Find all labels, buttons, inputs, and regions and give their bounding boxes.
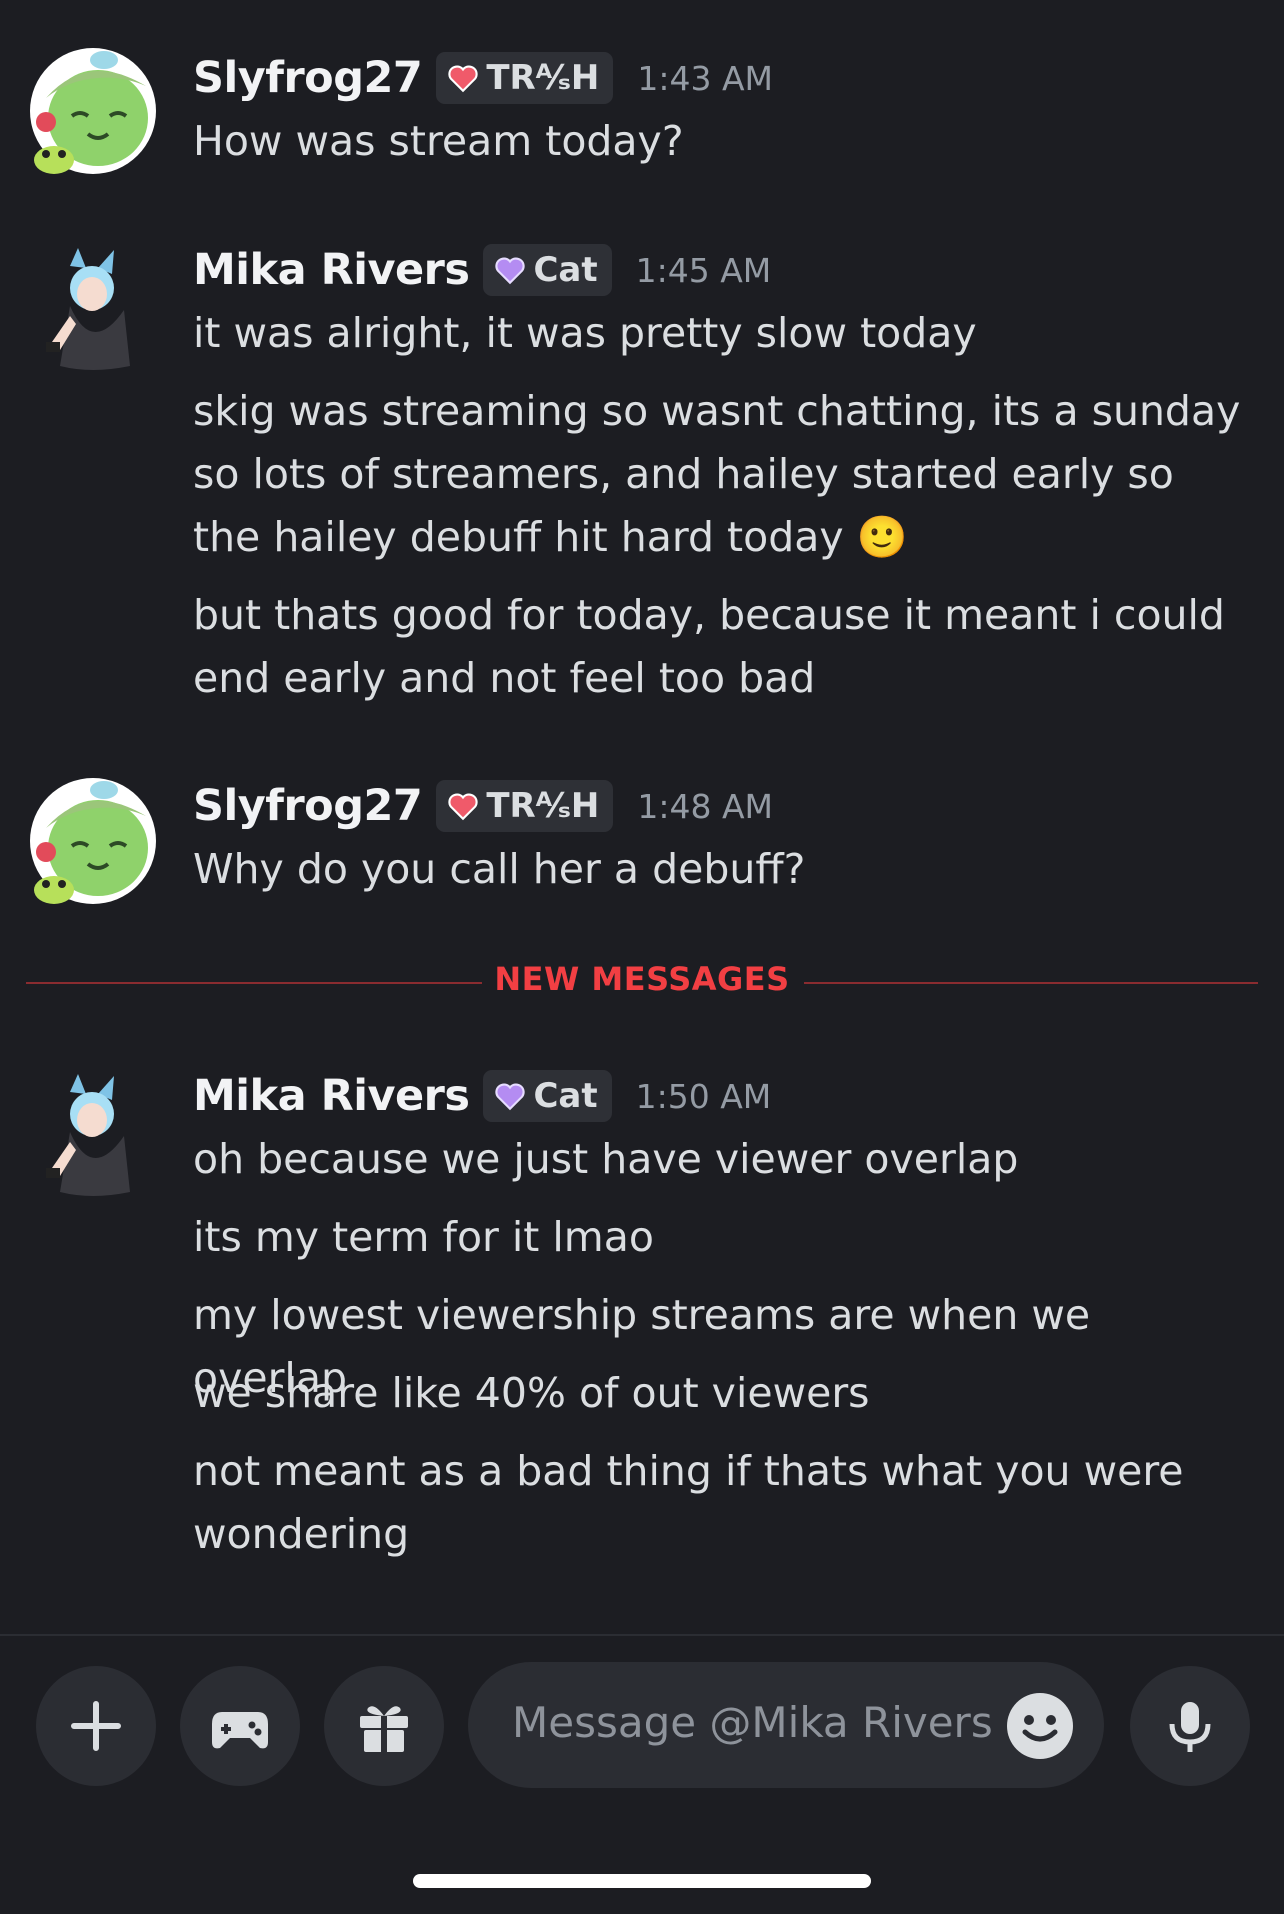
divider-rule-right xyxy=(804,982,1258,984)
microphone-icon xyxy=(1169,1702,1211,1752)
message-text[interactable]: Why do you call her a debuff? xyxy=(193,838,1253,901)
heart-icon xyxy=(495,1083,526,1111)
message-input-placeholder: Message @Mika Rivers xyxy=(512,1698,993,1747)
timestamp: 1:45 AM xyxy=(635,250,772,290)
timestamp: 1:48 AM xyxy=(637,786,773,826)
heart-icon xyxy=(448,65,478,93)
composer-separator xyxy=(0,1634,1284,1636)
avatar-mika-rivers[interactable] xyxy=(40,1072,140,1202)
username[interactable]: Mika Rivers xyxy=(193,245,470,295)
gamepad-icon xyxy=(212,1712,268,1749)
message-text[interactable]: but thats good for today, because it mea… xyxy=(193,584,1253,710)
message-text[interactable]: we share like 40% of out viewers xyxy=(193,1362,1253,1425)
user-tag[interactable]: Cat xyxy=(483,244,612,296)
timestamp: 1:50 AM xyxy=(635,1076,772,1116)
activities-button[interactable] xyxy=(180,1666,300,1786)
tag-label: Cat xyxy=(533,250,598,290)
heart-icon xyxy=(448,793,478,821)
username[interactable]: Slyfrog27 xyxy=(193,781,423,831)
voice-message-button[interactable] xyxy=(1130,1666,1250,1786)
tag-label: TRᴬ⁄ₛH xyxy=(486,786,600,826)
avatar-slyfrog27[interactable] xyxy=(28,776,158,906)
username[interactable]: Mika Rivers xyxy=(193,1071,470,1121)
message-input[interactable]: Message @Mika Rivers xyxy=(468,1662,1104,1788)
timestamp: 1:43 AM xyxy=(637,58,773,98)
message-text[interactable]: not meant as a bad thing if thats what y… xyxy=(193,1440,1193,1566)
gift-icon xyxy=(360,1706,408,1752)
user-tag[interactable]: TRᴬ⁄ₛH xyxy=(436,52,614,104)
avatar-mika-rivers[interactable] xyxy=(40,246,140,376)
message-text[interactable]: oh because we just have viewer overlap xyxy=(193,1128,1253,1191)
username[interactable]: Slyfrog27 xyxy=(193,53,423,103)
user-tag[interactable]: Cat xyxy=(483,1070,612,1122)
divider-label: NEW MESSAGES xyxy=(494,960,790,998)
emoji-icon[interactable] xyxy=(1006,1692,1074,1760)
avatar-slyfrog27[interactable] xyxy=(28,46,158,176)
message-text[interactable]: skig was streaming so wasnt chatting, it… xyxy=(193,380,1253,569)
tag-label: Cat xyxy=(533,1076,598,1116)
chat-log: Slyfrog27 TRᴬ⁄ₛH 1:43 AM How was stream … xyxy=(0,0,1284,1634)
user-tag[interactable]: TRᴬ⁄ₛH xyxy=(436,780,614,832)
message-text[interactable]: How was stream today? xyxy=(193,110,1253,173)
message-text[interactable]: its my term for it lmao xyxy=(193,1206,1253,1269)
message-text[interactable]: it was alright, it was pretty slow today xyxy=(193,302,1253,365)
heart-icon xyxy=(495,257,526,285)
plus-icon xyxy=(71,1701,121,1751)
add-attachment-button[interactable] xyxy=(36,1666,156,1786)
gift-button[interactable] xyxy=(324,1666,444,1786)
tag-label: TRᴬ⁄ₛH xyxy=(486,58,600,98)
home-indicator[interactable] xyxy=(413,1874,871,1888)
new-messages-divider: NEW MESSAGES xyxy=(26,960,1258,1006)
